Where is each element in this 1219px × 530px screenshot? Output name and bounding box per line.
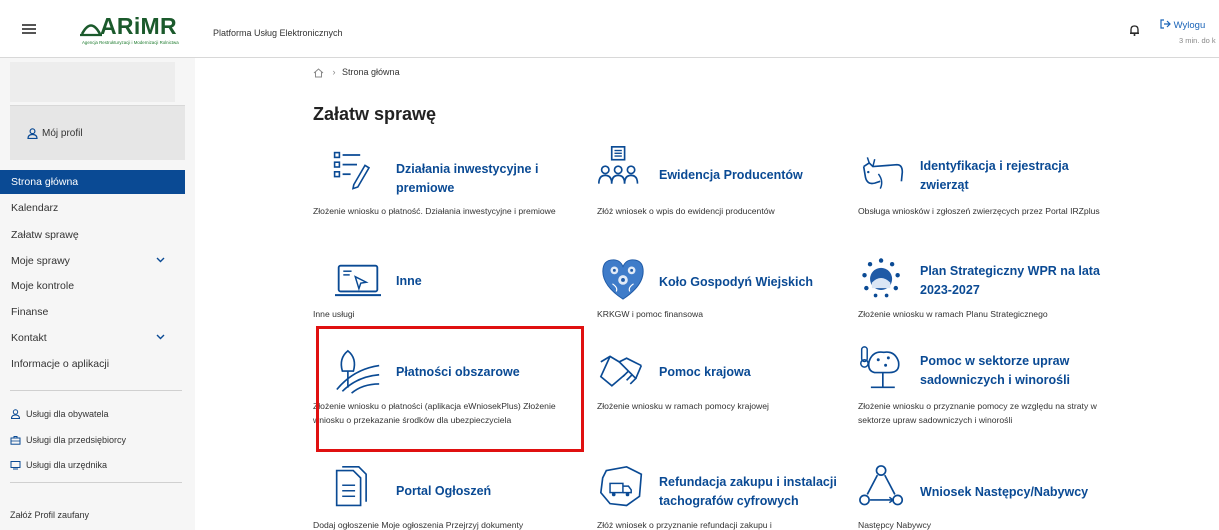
tile-description: Złóż wniosek o przyznanie refundacji zak…: [597, 520, 772, 530]
sidebar-divider: [10, 390, 182, 391]
sidebar-item-label: Informacje o aplikacji: [11, 358, 110, 370]
tile-description: Złóż wniosek o wpis do ewidencji produce…: [597, 206, 775, 216]
logo-arc-icon: [80, 24, 102, 37]
page-title: Załatw sprawę: [313, 104, 437, 124]
top-header: ARiMR Agencja Restrukturyzacji i Moderni…: [0, 0, 1219, 58]
chevron-down-icon: [156, 257, 165, 263]
sidebar-link-label: Usługi dla urzędnika: [26, 460, 108, 470]
sidebar-link-label: Załóż Profil zaufany: [10, 510, 90, 520]
breadcrumb-current: Strona główna: [342, 67, 400, 77]
my-profile-label: Mój profil: [42, 128, 83, 139]
logo-text: ARiMR: [100, 13, 177, 39]
monitor-icon: [10, 461, 21, 470]
tile-description: Złożenie wniosku o przyznanie pomocy ze …: [858, 401, 1097, 425]
sidebar-item-label: Finanse: [11, 306, 49, 318]
breadcrumb-separator: ›: [332, 67, 336, 77]
tile-description: Złożenie wniosku w ramach Planu Strategi…: [858, 309, 1048, 319]
person-icon: [10, 409, 21, 419]
hamburger-menu-icon[interactable]: [22, 24, 36, 34]
logo-subtitle: Agencja Restrukturyzacji i Modernizacji …: [82, 40, 179, 45]
fruit-tree-icon: [860, 346, 900, 389]
sidebar-link-label: Usługi dla obywatela: [26, 409, 109, 419]
sidebar-link-label: Usługi dla przedsiębiorcy: [26, 435, 127, 445]
home-icon[interactable]: [313, 67, 324, 78]
tile-description: Obsługa wniosków i zgłoszeń zwierzęcych …: [858, 206, 1100, 216]
sidebar: Mój profil Strona główna Kalendarz Załat…: [0, 58, 195, 530]
eu-stars-icon: [862, 258, 900, 298]
handshake-icon: [599, 355, 643, 387]
sidebar-divider: [10, 482, 182, 483]
sidebar-item-label: Moje sprawy: [11, 255, 70, 267]
tile-description: Następcy Nabywcy: [858, 520, 932, 530]
sidebar-item-handle-matter[interactable]: Załatw sprawę: [0, 223, 185, 247]
tile-description: KRKGW i pomoc finansowa: [597, 309, 704, 319]
tile-title: Refundacja zakupu i instalacji tachograf…: [659, 475, 837, 508]
sidebar-item-my-matters[interactable]: Moje sprawy: [0, 249, 185, 273]
tile-title: Portal Ogłoszeń: [396, 484, 492, 498]
arimr-logo[interactable]: ARiMR Agencja Restrukturyzacji i Moderni…: [80, 13, 194, 46]
tile-title: Działania inwestycyjne i premiowe: [396, 162, 539, 195]
tile-title: Pomoc w sektorze upraw sadowniczych i wi…: [920, 354, 1071, 387]
sidebar-item-my-inspections[interactable]: Moje kontrole: [0, 274, 185, 298]
sidebar-item-label: Kalendarz: [11, 202, 59, 214]
tile-description: Inne usługi: [313, 309, 355, 319]
breadcrumb: › Strona główna: [313, 67, 400, 78]
sidebar-item-app-info[interactable]: Informacje o aplikacji: [0, 352, 185, 376]
chevron-down-icon: [156, 334, 165, 340]
laptop-cursor-icon: [335, 264, 381, 297]
tile-title: Pomoc krajowa: [659, 365, 751, 379]
sidebar-item-label: Moje kontrole: [11, 280, 75, 292]
sidebar-item-calendar[interactable]: Kalendarz: [0, 196, 185, 220]
tile-title: Inne: [396, 274, 422, 288]
logout-label: Wylogu: [1173, 20, 1206, 31]
tile-title: Identyfikacja i rejestracja zwierząt: [920, 159, 1069, 192]
briefcase-icon: [10, 436, 21, 445]
logout-icon: [1160, 19, 1171, 29]
tile-title: Wniosek Następcy/Nabywcy: [920, 485, 1089, 499]
sidebar-item-home[interactable]: Strona główna: [0, 170, 185, 194]
sidebar-item-contact[interactable]: Kontakt: [0, 326, 185, 350]
folk-heart-icon: [602, 259, 644, 300]
tile-description: Złożenie wniosku o płatność. Działania i…: [313, 206, 556, 216]
platform-title: Platforma Usług Elektronicznych: [213, 28, 343, 38]
sidebar-item-label: Załatw sprawę: [11, 229, 79, 241]
session-timer: 3 min. do k: [1179, 36, 1216, 45]
document-pen-icon: [333, 151, 371, 190]
tile-title: Koło Gospodyń Wiejskich: [659, 275, 814, 289]
cow-icon: [862, 157, 904, 189]
tile-title: Plan Strategiczny WPR na lata 2023-2027: [920, 264, 1100, 297]
highlight-box: [316, 326, 584, 452]
bell-icon[interactable]: [1129, 24, 1140, 36]
documents-icon: [335, 466, 367, 507]
cycle-icon: [859, 465, 904, 506]
logout-button[interactable]: Wylogu: [1160, 19, 1205, 31]
sidebar-item-label: Kontakt: [11, 332, 47, 344]
sidebar-top-panel: [10, 62, 175, 102]
truck-map-icon: [599, 465, 643, 507]
my-profile-link[interactable]: Mój profil: [10, 105, 185, 160]
tile-title: Ewidencja Producentów: [659, 168, 803, 182]
user-icon: [27, 128, 38, 139]
sidebar-item-label: Strona główna: [11, 176, 79, 188]
sidebar-item-finances[interactable]: Finanse: [0, 300, 185, 324]
people-list-icon: [598, 146, 639, 184]
tile-description: Złożenie wniosku w ramach pomocy krajowe…: [597, 401, 769, 411]
tile-description: Dodaj ogłoszenie Moje ogłoszenia Przejrz…: [313, 520, 524, 530]
